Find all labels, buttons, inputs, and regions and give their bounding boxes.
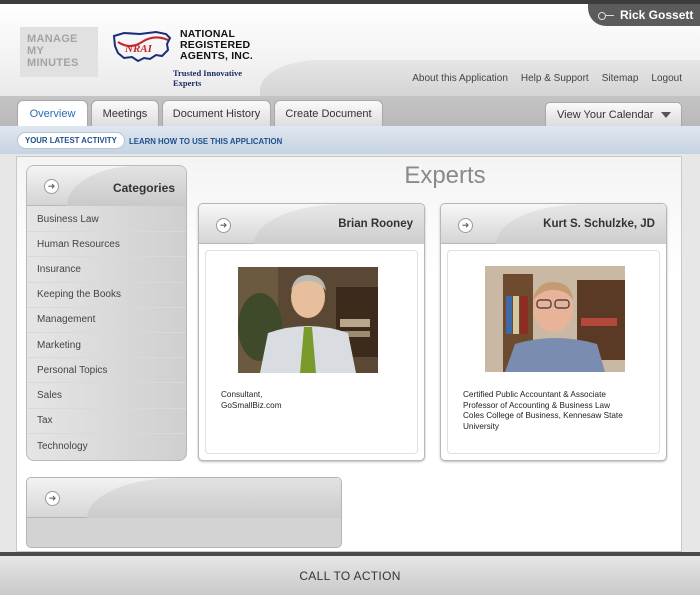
category-business-law[interactable]: Business Law <box>27 207 186 233</box>
logo-line: MY <box>27 45 45 57</box>
logo-line: MANAGE <box>27 33 78 45</box>
expert-name: Brian Rooney <box>338 218 413 230</box>
user-name: Rick Gossett <box>620 8 694 22</box>
latest-activity-button[interactable]: YOUR LATEST ACTIVITY <box>17 132 125 149</box>
utility-nav: About this Application Help & Support Si… <box>412 73 682 84</box>
tab-overview[interactable]: Overview <box>17 100 88 127</box>
how-to-link[interactable]: LEARN HOW TO USE THIS APPLICATION <box>129 137 282 146</box>
view-calendar-dropdown[interactable]: View Your Calendar <box>545 102 682 126</box>
expert-card[interactable]: ➜ Kurt S. Schulzke, JD Certified Public … <box>440 203 667 461</box>
category-tax[interactable]: Tax <box>27 409 186 434</box>
arrow-right-icon[interactable]: ➜ <box>44 179 59 194</box>
sub-nav: YOUR LATEST ACTIVITY LEARN HOW TO USE TH… <box>0 126 700 154</box>
description-line: Consultant, <box>221 390 263 399</box>
us-map-icon: NRAI <box>112 30 172 63</box>
expert-description: Certified Public Accountant & Associate … <box>463 390 623 432</box>
categories-panel: ➜ Categories Business Law Human Resource… <box>26 165 187 461</box>
arrow-right-icon[interactable]: ➜ <box>216 218 231 233</box>
category-personal-topics[interactable]: Personal Topics <box>27 358 186 384</box>
expert-video-thumbnail[interactable] <box>238 267 378 373</box>
call-to-action-label: CALL TO ACTION <box>299 568 401 583</box>
header: Rick Gossett MANAGE MY MINUTES NRAI NATI… <box>0 4 700 100</box>
category-management[interactable]: Management <box>27 308 186 333</box>
description-line: GoSmallBiz.com <box>221 400 282 410</box>
empty-panel: ➜ <box>26 477 342 548</box>
chevron-down-icon <box>661 112 671 118</box>
company-name-line: AGENTS, INC. <box>180 50 253 62</box>
category-technology[interactable]: Technology <box>27 434 186 459</box>
description-line: Certified Public Accountant & Associate <box>463 390 606 399</box>
arrow-right-icon[interactable]: ➜ <box>45 491 60 506</box>
nrai-logo[interactable]: NRAI NATIONAL REGISTERED AGENTS, INC. Tr… <box>110 26 270 88</box>
call-to-action-bar[interactable]: CALL TO ACTION <box>0 556 700 595</box>
help-support-link[interactable]: Help & Support <box>521 73 589 84</box>
header-swoosh <box>87 478 341 518</box>
expert-video-thumbnail[interactable] <box>485 266 625 372</box>
tab-create-document[interactable]: Create Document <box>274 100 383 126</box>
company-tagline: Trusted Innovative Experts <box>173 68 243 88</box>
category-list: Business Law Human Resources Insurance K… <box>27 207 186 459</box>
expert-card[interactable]: ➜ Brian Rooney Consultant, GoSmallBiz.co… <box>198 203 425 461</box>
sitemap-link[interactable]: Sitemap <box>602 73 639 84</box>
key-icon <box>598 11 614 20</box>
expert-name: Kurt S. Schulzke, JD <box>543 218 655 230</box>
expert-card-header: ➜ Kurt S. Schulzke, JD <box>441 204 666 244</box>
categories-title: Categories <box>112 181 175 195</box>
category-sales[interactable]: Sales <box>27 383 186 409</box>
logout-link[interactable]: Logout <box>651 73 682 84</box>
categories-header: ➜ Categories <box>27 166 186 206</box>
experts-heading: Experts <box>404 162 486 189</box>
view-calendar-label: View Your Calendar <box>557 108 654 121</box>
tab-bar: Overview Meetings Document History Creat… <box>0 96 700 127</box>
arrow-right-icon[interactable]: ➜ <box>458 218 473 233</box>
user-tab[interactable]: Rick Gossett <box>588 4 700 26</box>
tab-document-history[interactable]: Document History <box>162 100 271 126</box>
description-line: University <box>463 421 499 431</box>
category-marketing[interactable]: Marketing <box>27 333 186 359</box>
empty-panel-header: ➜ <box>27 478 341 518</box>
logo-line: MINUTES <box>27 57 79 69</box>
manage-my-minutes-logo[interactable]: MANAGE MY MINUTES <box>20 27 98 77</box>
tab-meetings[interactable]: Meetings <box>91 100 159 126</box>
nrai-logo-mark: NRAI <box>124 43 153 55</box>
category-human-resources[interactable]: Human Resources <box>27 232 186 258</box>
category-keeping-the-books[interactable]: Keeping the Books <box>27 283 186 308</box>
about-link[interactable]: About this Application <box>412 73 508 84</box>
description-line: Coles College of Business, Kennesaw Stat… <box>463 411 623 420</box>
category-insurance[interactable]: Insurance <box>27 257 186 283</box>
expert-card-header: ➜ Brian Rooney <box>199 204 424 244</box>
company-name: NATIONAL REGISTERED AGENTS, INC. <box>180 29 253 62</box>
app-window: Rick Gossett MANAGE MY MINUTES NRAI NATI… <box>0 0 700 595</box>
description-line: Professor of Accounting & Business Law <box>463 400 610 410</box>
expert-description: Consultant, GoSmallBiz.com <box>221 390 282 411</box>
